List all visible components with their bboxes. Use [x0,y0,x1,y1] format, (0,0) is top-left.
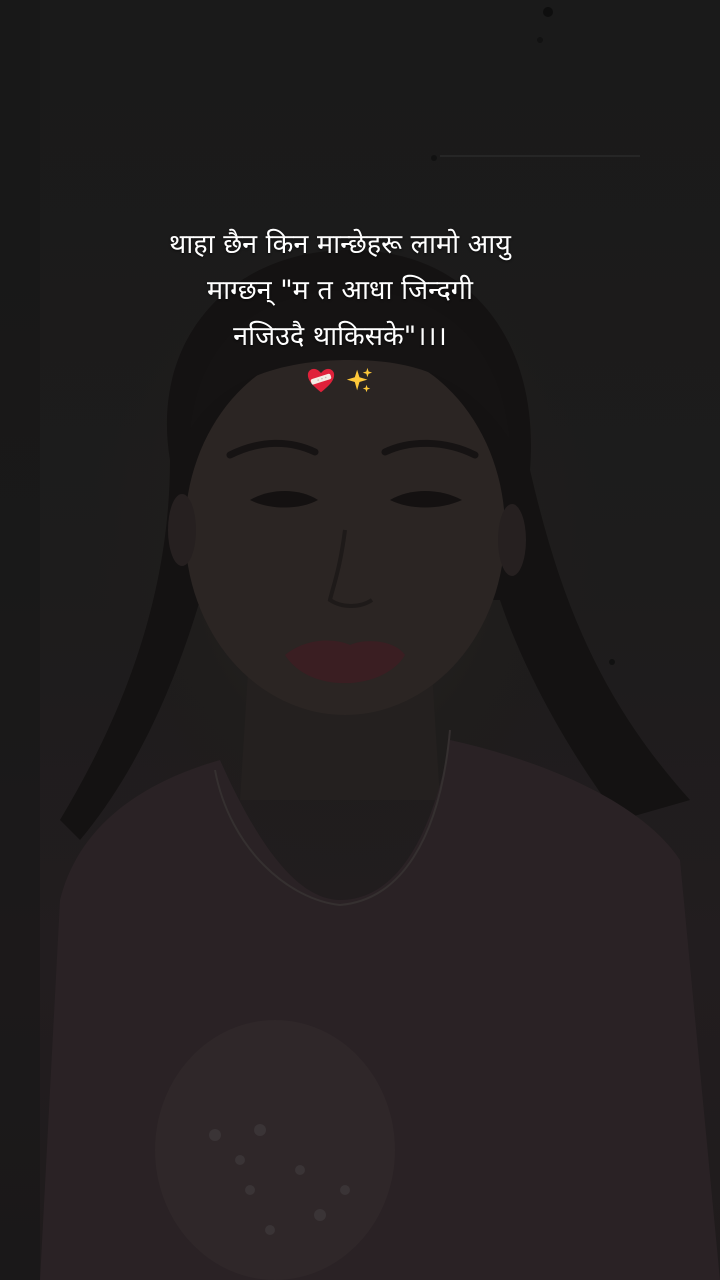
caption-line-3: नजिउदै थाकिसके"।।। [233,321,447,352]
person-photo [40,250,720,1280]
video-frame: थाहा छैन किन मान्छेहरू लामो आयु माग्छन् … [0,0,720,1280]
caption-emojis [110,360,570,400]
overlay-caption: थाहा छैन किन मान्छेहरू लामो आयु माग्छन् … [110,222,570,400]
caption-line-2: माग्छन् "म त आधा जिन्दगी [206,275,473,306]
sparkles-icon [346,367,372,393]
caption-line-1: थाहा छैन किन मान्छेहरू लामो आयु [169,229,511,260]
heart-with-bandage-icon [308,368,335,393]
